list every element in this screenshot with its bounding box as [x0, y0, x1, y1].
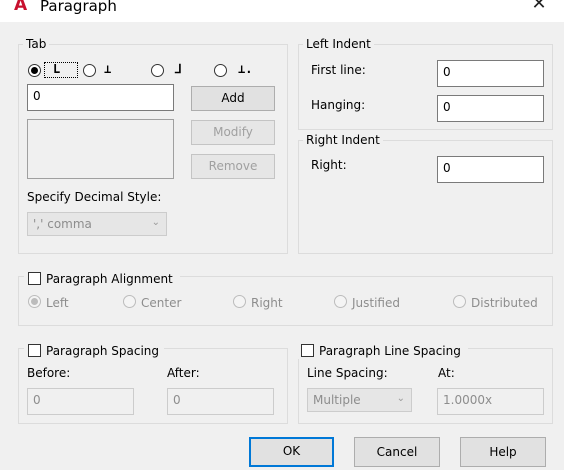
paragraph-line-spacing-label: Paragraph Line Spacing	[319, 344, 461, 358]
line-spacing-value: Multiple	[313, 393, 361, 407]
decimal-style-dropdown[interactable]: ',' comma ⌄	[27, 212, 167, 236]
decimal-tab-icon: ⊥.	[238, 62, 253, 76]
line-spacing-label: Line Spacing:	[307, 366, 388, 380]
align-distributed-radio[interactable]	[453, 295, 466, 308]
window-title: Paragraph	[40, 0, 117, 15]
decimal-tab-radio[interactable]	[214, 64, 227, 77]
after-input[interactable]: 0	[167, 388, 274, 415]
at-input[interactable]: 1.0000x	[437, 388, 544, 415]
hanging-input[interactable]: 0	[437, 95, 544, 122]
right-indent-group-label: Right Indent	[303, 133, 383, 147]
left-tab-radio[interactable]	[28, 64, 41, 77]
center-tab-radio[interactable]	[83, 64, 96, 77]
right-tab-radio[interactable]	[151, 64, 164, 77]
help-button[interactable]: Help	[460, 437, 546, 467]
center-tab-icon: ⊥	[104, 62, 112, 76]
modify-button[interactable]: Modify	[191, 120, 275, 145]
tab-group-label: Tab	[23, 37, 50, 51]
decimal-style-value: ',' comma	[33, 217, 92, 231]
align-right-radio[interactable]	[233, 295, 246, 308]
before-label: Before:	[27, 366, 71, 380]
hanging-label: Hanging:	[311, 98, 366, 112]
paragraph-alignment-label: Paragraph Alignment	[46, 272, 173, 286]
paragraph-alignment-checkbox[interactable]	[28, 272, 41, 285]
paragraph-line-spacing-checkbox[interactable]	[301, 344, 314, 357]
align-right-label: Right	[251, 296, 283, 310]
chevron-down-icon: ⌄	[151, 217, 160, 228]
first-line-input[interactable]: 0	[437, 60, 544, 87]
align-justified-radio[interactable]	[334, 295, 347, 308]
left-indent-group-label: Left Indent	[303, 37, 374, 51]
focus-outline	[44, 62, 78, 78]
before-input[interactable]: 0	[27, 388, 134, 415]
align-center-label: Center	[141, 296, 182, 310]
line-spacing-dropdown[interactable]: Multiple ⌄	[307, 388, 412, 412]
tab-position-input[interactable]: 0	[27, 84, 174, 111]
align-left-label: Left	[46, 296, 69, 310]
right-tab-icon: ⅃	[175, 62, 182, 76]
right-label: Right:	[311, 158, 347, 172]
align-center-radio[interactable]	[123, 295, 136, 308]
decimal-style-label: Specify Decimal Style:	[27, 190, 162, 204]
close-icon[interactable]: ✕	[530, 0, 548, 14]
paragraph-spacing-label: Paragraph Spacing	[46, 344, 160, 358]
align-left-radio[interactable]	[28, 295, 41, 308]
chevron-down-icon: ⌄	[396, 393, 405, 404]
first-line-label: First line:	[311, 63, 366, 77]
cancel-button[interactable]: Cancel	[354, 437, 440, 467]
autocad-logo-icon: A	[14, 0, 28, 15]
align-distributed-label: Distributed	[471, 296, 538, 310]
paragraph-spacing-checkbox[interactable]	[28, 344, 41, 357]
after-label: After:	[167, 366, 200, 380]
align-justified-label: Justified	[352, 296, 400, 310]
remove-button[interactable]: Remove	[191, 154, 275, 179]
tab-stops-list[interactable]	[27, 119, 174, 179]
at-label: At:	[438, 366, 455, 380]
ok-button[interactable]: OK	[249, 437, 334, 467]
right-indent-input[interactable]: 0	[437, 156, 544, 183]
add-button[interactable]: Add	[191, 86, 275, 111]
left-tab-icon: L	[53, 62, 61, 76]
